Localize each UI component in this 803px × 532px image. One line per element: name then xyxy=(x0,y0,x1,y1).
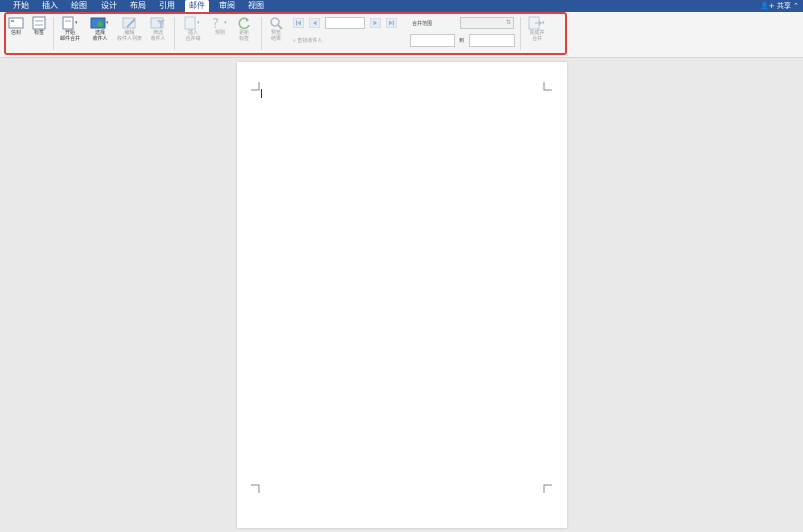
tab-mailings[interactable]: 邮件 xyxy=(185,0,209,12)
tab-insert[interactable]: 插入 xyxy=(42,0,58,12)
tab-design[interactable]: 设计 xyxy=(101,0,117,12)
margin-corner-bottom-left xyxy=(251,484,260,493)
margin-corner-top-left xyxy=(251,82,260,91)
collapse-ribbon-icon[interactable]: ⌃ xyxy=(793,2,799,10)
tab-layout[interactable]: 布局 xyxy=(130,0,146,12)
document-page[interactable] xyxy=(237,62,567,528)
add-person-icon: 👤+ xyxy=(760,2,775,10)
tab-review[interactable]: 审阅 xyxy=(219,0,235,12)
tab-references[interactable]: 引用 xyxy=(159,0,175,12)
ribbon-tab-bar: 开始 插入 绘图 设计 布局 引用 邮件 审阅 视图 👤+ 共享 ⌃ xyxy=(0,0,803,12)
tab-view[interactable]: 视图 xyxy=(248,0,264,12)
share-label: 共享 xyxy=(776,2,791,10)
margin-corner-bottom-right xyxy=(543,484,552,493)
tab-draw[interactable]: 绘图 xyxy=(71,0,87,12)
text-cursor xyxy=(261,89,262,98)
tab-home[interactable]: 开始 xyxy=(13,0,29,12)
share-button[interactable]: 👤+ 共享 ⌃ xyxy=(760,0,799,12)
margin-corner-top-right xyxy=(543,82,552,91)
highlight-box xyxy=(4,12,567,55)
